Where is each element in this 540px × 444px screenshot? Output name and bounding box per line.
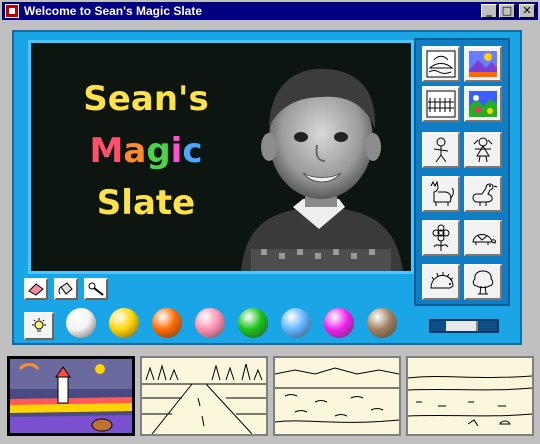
thumbnail-lighthouse[interactable] — [7, 356, 135, 436]
title-letter: c — [182, 131, 203, 171]
color-swatch-green[interactable] — [238, 308, 268, 338]
app-icon[interactable] — [5, 4, 19, 18]
scene-fence-stamp[interactable] — [422, 86, 460, 122]
thumbnail-strip — [2, 350, 538, 442]
title-letter: ' — [178, 79, 189, 119]
flower-stamp[interactable] — [422, 220, 460, 256]
title-letter: l — [121, 183, 133, 223]
goose-stamp[interactable] — [464, 176, 502, 212]
color-swatch-orange[interactable] — [152, 308, 182, 338]
color-swatch-light-blue[interactable] — [281, 308, 311, 338]
color-swatch-tan[interactable] — [367, 308, 397, 338]
fence-scene-icon — [426, 90, 456, 118]
title-letter: a — [123, 131, 147, 171]
magic-wand-tool[interactable] — [84, 278, 108, 300]
goose-icon — [472, 183, 498, 206]
boy-icon — [433, 137, 449, 163]
title-letter: M — [89, 131, 124, 171]
paint-bucket-tool[interactable] — [54, 278, 78, 300]
turtle-stamp[interactable] — [464, 220, 502, 256]
color-swatch-white[interactable] — [66, 308, 96, 338]
lake-scene-image — [275, 367, 399, 423]
color-swatch-yellow[interactable] — [109, 308, 139, 338]
title-letter: g — [146, 131, 171, 171]
slate-title: Sean's Magic Slate — [61, 73, 231, 229]
thumbnail-lake[interactable] — [273, 356, 401, 436]
cat-icon — [430, 180, 454, 206]
title-letter: S — [83, 79, 108, 119]
title-letter: i — [170, 131, 183, 171]
title-letter: a — [130, 79, 154, 119]
field-scene-image — [408, 375, 532, 427]
title-line-seans: Sean's — [61, 73, 231, 125]
title-letter: a — [132, 183, 156, 223]
stamp-palette — [414, 38, 510, 306]
title-letter: S — [96, 183, 122, 223]
minimize-button[interactable]: _ — [481, 4, 497, 18]
title-line-magic: Magic — [61, 125, 231, 177]
light-tool[interactable] — [24, 312, 54, 340]
girl-icon — [473, 137, 493, 163]
colored-garden-icon — [469, 91, 497, 117]
paint-bucket-icon — [58, 282, 73, 295]
thumbnail-forest-road[interactable] — [140, 356, 268, 436]
turtle-icon — [472, 234, 496, 245]
color-swatch-magenta[interactable] — [324, 308, 354, 338]
app-window: Welcome to Sean's Magic Slate _ □ ✕ Sean… — [0, 0, 540, 444]
scene-color-landscape-stamp[interactable] — [464, 46, 502, 82]
tree-stamp[interactable] — [464, 264, 502, 300]
maximize-button[interactable]: □ — [499, 4, 515, 18]
close-button[interactable]: ✕ — [519, 4, 535, 18]
tree-icon — [472, 270, 494, 295]
drawing-canvas[interactable]: Sean's Magic Slate — [28, 40, 414, 274]
color-swatch-pink[interactable] — [195, 308, 225, 338]
lightbulb-icon — [32, 318, 46, 332]
title-letter: e — [107, 79, 131, 119]
title-letter: t — [155, 183, 173, 223]
lighthouse-scene-image — [10, 359, 132, 433]
brush-size-slider[interactable] — [429, 319, 499, 333]
scene-color-garden-stamp[interactable] — [464, 86, 502, 122]
hedgehog-icon — [430, 272, 454, 289]
slider-thumb[interactable] — [446, 321, 478, 331]
colored-landscape-icon — [469, 51, 497, 77]
cat-stamp[interactable] — [422, 176, 460, 212]
boy-stamp[interactable] — [422, 132, 460, 168]
title-line-slate: Slate — [61, 177, 231, 229]
title-letter: n — [153, 79, 179, 119]
boy-portrait-photo — [241, 68, 403, 271]
eraser-tool[interactable] — [24, 278, 48, 300]
eraser-icon — [28, 283, 44, 296]
girl-stamp[interactable] — [464, 132, 502, 168]
thumbnail-field[interactable] — [406, 356, 534, 436]
hedgehog-stamp[interactable] — [422, 264, 460, 300]
window-title: Welcome to Sean's Magic Slate — [24, 4, 203, 18]
flower-icon — [432, 224, 450, 251]
forest-road-scene-image — [142, 363, 266, 434]
title-letter: e — [172, 183, 196, 223]
magic-wand-icon — [88, 282, 104, 296]
scene-boat-stamp[interactable] — [422, 46, 460, 82]
title-letter: s — [188, 79, 209, 119]
boat-scene-icon — [426, 50, 456, 78]
slate-panel: Sean's Magic Slate — [12, 30, 522, 345]
title-bar[interactable]: Welcome to Sean's Magic Slate _ □ ✕ — [2, 2, 538, 20]
